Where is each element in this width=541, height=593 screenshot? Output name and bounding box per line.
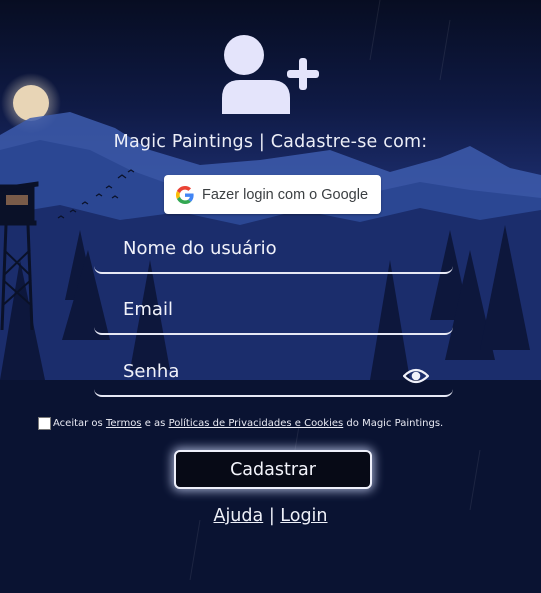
terms-checkbox[interactable] xyxy=(38,417,51,430)
signup-card: Magic Paintings | Cadastre-se com: Fazer… xyxy=(0,0,541,593)
help-link[interactable]: Ajuda xyxy=(213,506,263,526)
submit-button[interactable]: Cadastrar xyxy=(174,450,372,489)
username-placeholder: Nome do usuário xyxy=(123,238,277,259)
footer-links: Ajuda | Login xyxy=(0,506,541,526)
footer-separator: | xyxy=(268,506,275,526)
eye-icon[interactable] xyxy=(403,367,429,385)
login-link[interactable]: Login xyxy=(280,506,327,526)
terms-row: Aceitar os Termos e as Políticas de Priv… xyxy=(38,416,443,430)
page-title: Magic Paintings | Cadastre-se com: xyxy=(113,132,428,152)
username-field[interactable]: Nome do usuário xyxy=(94,236,457,274)
google-signin-button[interactable]: Fazer login com o Google xyxy=(164,175,381,214)
password-placeholder: Senha xyxy=(123,361,180,382)
email-placeholder: Email xyxy=(123,299,173,320)
terms-middle: e as xyxy=(144,417,166,429)
user-plus-icon xyxy=(222,35,319,114)
email-field[interactable]: Email xyxy=(94,297,457,335)
terms-prefix: Aceitar os xyxy=(53,417,103,429)
privacy-link[interactable]: Políticas de Privacidades e Cookies xyxy=(169,418,344,429)
google-signin-label: Fazer login com o Google xyxy=(202,186,369,203)
terms-link[interactable]: Termos xyxy=(106,418,142,429)
password-field[interactable]: Senha xyxy=(94,359,457,397)
terms-suffix: do Magic Paintings. xyxy=(346,417,444,429)
google-g-icon xyxy=(176,185,194,204)
